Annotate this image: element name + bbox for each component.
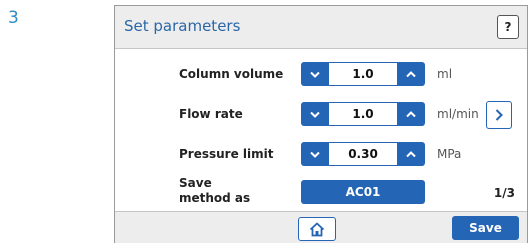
chevron-right-icon xyxy=(495,109,503,121)
save-method-label-line2: method as xyxy=(179,191,251,205)
pressure-limit-value[interactable]: 0.30 xyxy=(329,142,397,166)
pressure-limit-row: Pressure limit 0.30 MPa xyxy=(115,142,527,166)
column-volume-decrement-button[interactable] xyxy=(301,62,329,86)
flow-rate-value[interactable]: 1.0 xyxy=(329,102,397,126)
home-button[interactable] xyxy=(298,217,336,241)
column-volume-unit: ml xyxy=(437,67,453,81)
pressure-limit-decrement-button[interactable] xyxy=(301,142,329,166)
column-volume-row: Column volume 1.0 ml xyxy=(115,62,527,86)
dialog-footer: Save xyxy=(115,211,527,243)
chevron-down-icon xyxy=(310,151,320,158)
next-page-button[interactable] xyxy=(486,101,512,129)
chevron-up-icon xyxy=(406,70,416,77)
set-parameters-dialog: Set parameters ? Column volume 1.0 ml Fl… xyxy=(114,5,528,243)
flow-rate-label: Flow rate xyxy=(179,107,243,121)
page-indicator: 1/3 xyxy=(493,186,515,200)
chevron-up-icon xyxy=(406,150,416,157)
flow-rate-unit: ml/min xyxy=(437,107,479,121)
save-button[interactable]: Save xyxy=(452,216,519,240)
help-button[interactable]: ? xyxy=(497,15,519,39)
step-number: 3 xyxy=(8,8,19,28)
flow-rate-row: Flow rate 1.0 ml/min xyxy=(115,102,527,126)
dialog-header: Set parameters ? xyxy=(115,6,527,49)
column-volume-label: Column volume xyxy=(179,67,284,81)
pressure-limit-increment-button[interactable] xyxy=(397,142,425,166)
flow-rate-increment-button[interactable] xyxy=(397,102,425,126)
column-volume-increment-button[interactable] xyxy=(397,62,425,86)
save-method-label-line1: Save xyxy=(179,176,212,190)
chevron-down-icon xyxy=(310,71,320,78)
column-volume-value[interactable]: 1.0 xyxy=(329,62,397,86)
pressure-limit-unit: MPa xyxy=(437,147,462,161)
method-name-button[interactable]: AC01 xyxy=(301,180,425,204)
save-method-label: Save method as xyxy=(179,176,250,206)
pressure-limit-label: Pressure limit xyxy=(179,147,274,161)
chevron-down-icon xyxy=(310,111,320,118)
chevron-up-icon xyxy=(406,110,416,117)
flow-rate-decrement-button[interactable] xyxy=(301,102,329,126)
home-icon xyxy=(309,222,325,236)
dialog-title: Set parameters xyxy=(124,17,241,35)
